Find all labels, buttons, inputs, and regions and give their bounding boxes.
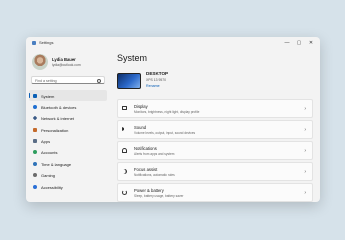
main-content: System DESKTOP XPS 13 9570 Rename Displa… xyxy=(108,49,320,202)
power-icon xyxy=(122,190,127,195)
sidebar-item-accessibility[interactable]: Accessibility xyxy=(29,181,107,192)
sidebar-item-label: Time & language xyxy=(41,161,72,167)
accounts-icon xyxy=(33,150,37,155)
sidebar-item-label: Network & internet xyxy=(41,116,74,122)
card-display[interactable]: Display Monitors, brightness, night ligh… xyxy=(117,99,313,118)
device-model: XPS 13 9570 xyxy=(146,78,166,82)
user-profile[interactable]: Lydia Bauer lydia@outlook.com xyxy=(32,53,106,71)
sidebar-item-apps[interactable]: Apps xyxy=(29,136,107,147)
device-name: DESKTOP xyxy=(146,71,169,76)
card-subtitle: Volume levels, output, input, sound devi… xyxy=(134,130,196,135)
sidebar-item-label: Apps xyxy=(41,139,51,145)
card-subtitle: Notifications, automatic rules xyxy=(134,172,175,177)
gaming-icon xyxy=(33,173,37,178)
sound-icon xyxy=(122,127,124,131)
settings-window: Settings — ▢ ✕ Lydia Bauer lydia@outlook… xyxy=(26,37,320,202)
user-email: lydia@outlook.com xyxy=(52,63,81,67)
apps-icon xyxy=(33,139,37,144)
bluetooth-icon xyxy=(33,104,37,109)
sidebar: Lydia Bauer lydia@outlook.com Find a set… xyxy=(26,49,108,202)
sidebar-item-label: Personalization xyxy=(41,127,69,133)
chevron-right-icon: › xyxy=(304,127,306,133)
page-title: System xyxy=(117,53,148,63)
chevron-right-icon: › xyxy=(304,169,306,175)
card-title: Display xyxy=(134,104,148,109)
title-bar: Settings — ▢ ✕ xyxy=(26,37,320,49)
settings-app-icon xyxy=(32,41,36,45)
globe-icon xyxy=(33,161,37,166)
card-title: Power & battery xyxy=(134,188,164,193)
card-subtitle: Alerts from apps and system xyxy=(134,151,175,156)
card-focus-assist[interactable]: Focus assist Notifications, automatic ru… xyxy=(117,162,313,181)
card-title: Sound xyxy=(134,125,147,130)
accessibility-icon xyxy=(33,184,37,189)
search-placeholder: Find a setting xyxy=(35,79,57,83)
app-title: Settings xyxy=(39,40,54,45)
sidebar-item-time-language[interactable]: Time & language xyxy=(29,158,107,169)
device-info: DESKTOP XPS 13 9570 Rename xyxy=(117,70,317,96)
card-sound[interactable]: Sound Volume levels, output, input, soun… xyxy=(117,120,313,139)
sidebar-item-personalization[interactable]: Personalization xyxy=(29,124,107,135)
card-title: Notifications xyxy=(134,146,157,151)
chevron-right-icon: › xyxy=(304,148,306,154)
sidebar-item-label: System xyxy=(41,93,55,99)
system-icon xyxy=(33,93,37,98)
card-subtitle: Sleep, battery usage, battery saver xyxy=(134,193,184,198)
rename-link[interactable]: Rename xyxy=(146,84,160,88)
display-icon xyxy=(122,106,127,110)
minimize-button[interactable]: — xyxy=(281,38,293,47)
card-power-battery[interactable]: Power & battery Sleep, battery usage, ba… xyxy=(117,183,313,202)
sidebar-nav: System Bluetooth & devices Network & int… xyxy=(29,90,107,193)
maximize-button[interactable]: ▢ xyxy=(293,38,305,47)
sidebar-item-bluetooth[interactable]: Bluetooth & devices xyxy=(29,101,107,112)
sidebar-item-label: Accounts xyxy=(41,150,58,156)
sidebar-item-label: Bluetooth & devices xyxy=(41,104,77,110)
chevron-right-icon: › xyxy=(304,106,306,112)
card-subtitle: Monitors, brightness, night light, displ… xyxy=(134,109,200,114)
sidebar-item-accounts[interactable]: Accounts xyxy=(29,147,107,158)
sidebar-item-network[interactable]: Network & internet xyxy=(29,113,107,124)
focus-assist-icon xyxy=(122,169,127,174)
close-button[interactable]: ✕ xyxy=(305,38,317,47)
sidebar-item-gaming[interactable]: Gaming xyxy=(29,170,107,181)
card-title: Focus assist xyxy=(134,167,158,172)
notifications-icon xyxy=(122,148,127,153)
sidebar-item-label: Accessibility xyxy=(41,184,63,190)
search-icon xyxy=(97,78,101,83)
network-icon xyxy=(32,116,38,121)
sidebar-item-label: Gaming xyxy=(41,173,56,179)
avatar xyxy=(32,54,48,70)
brush-icon xyxy=(33,127,37,132)
sidebar-item-system[interactable]: System xyxy=(29,90,107,102)
settings-cards: Display Monitors, brightness, night ligh… xyxy=(117,99,313,202)
chevron-right-icon: › xyxy=(304,190,306,196)
window-controls: — ▢ ✕ xyxy=(281,38,317,47)
search-input[interactable]: Find a setting xyxy=(31,76,105,84)
device-image xyxy=(117,73,141,89)
user-name: Lydia Bauer xyxy=(52,57,76,62)
card-notifications[interactable]: Notifications Alerts from apps and syste… xyxy=(117,141,313,160)
